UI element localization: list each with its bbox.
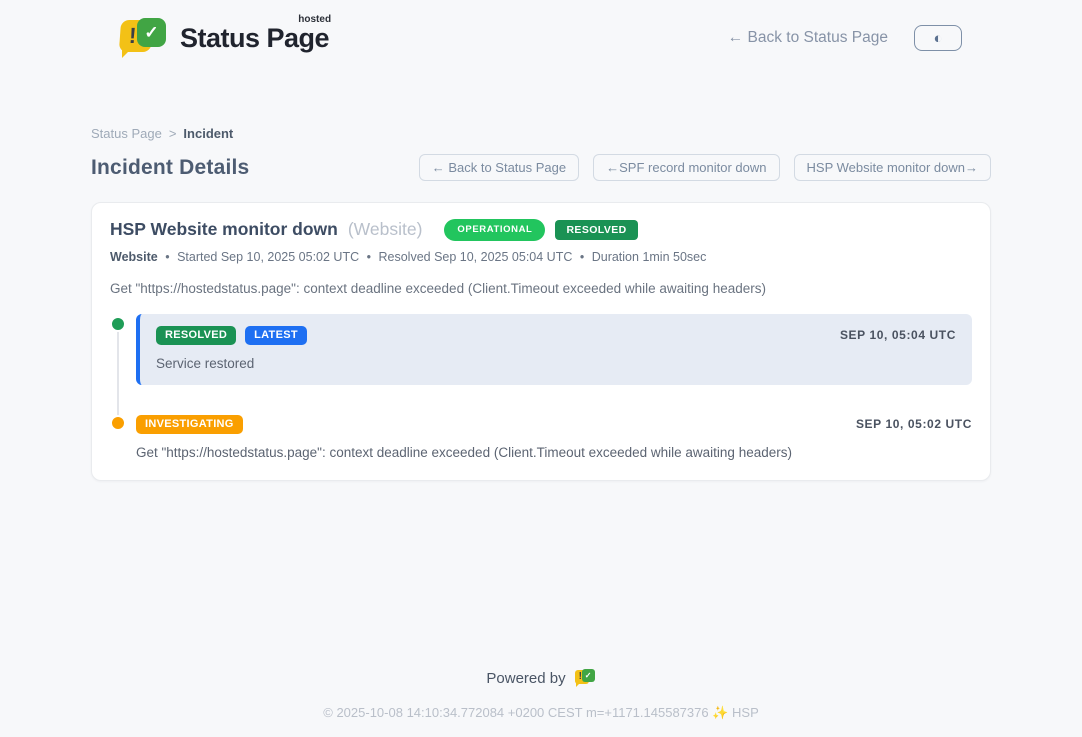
timeline-entry-highlight-box: RESOLVED LATEST SEP 10, 05:04 UTC Servic… bbox=[136, 314, 972, 385]
breadcrumb-separator: > bbox=[169, 126, 177, 141]
timeline-badge-latest: LATEST bbox=[245, 326, 307, 345]
meta-bullet: • bbox=[367, 250, 371, 264]
header-back-to-status-page-link[interactable]: ← Back to Status Page bbox=[728, 29, 888, 47]
timeline-entry-resolved: RESOLVED LATEST SEP 10, 05:04 UTC Servic… bbox=[110, 314, 972, 385]
status-page-logo-icon: ! ✓ bbox=[120, 17, 168, 59]
brand-name-text: Status Page bbox=[180, 23, 329, 53]
resolved-status-badge: RESOLVED bbox=[555, 220, 637, 241]
contrast-icon: ◐ bbox=[933, 31, 942, 46]
copyright-text: © 2025-10-08 14:10:34.772084 +0200 CEST … bbox=[91, 705, 991, 721]
meta-bullet: • bbox=[165, 250, 169, 264]
footer-logo-check-icon: ✓ bbox=[582, 669, 595, 682]
incident-card: HSP Website monitor down (Website) OPERA… bbox=[91, 202, 991, 481]
footer-status-page-logo-icon[interactable]: ! ✓ bbox=[575, 669, 596, 688]
breadcrumb: Status Page > Incident bbox=[91, 126, 991, 141]
incident-title: HSP Website monitor down bbox=[110, 219, 338, 240]
powered-by-label: Powered by bbox=[486, 670, 565, 687]
meta-bullet: • bbox=[580, 250, 584, 264]
timeline-dot-investigating-icon bbox=[110, 415, 126, 431]
timeline-timestamp: SEP 10, 05:02 UTC bbox=[856, 417, 972, 431]
logo-check-icon: ✓ bbox=[137, 18, 166, 47]
footer: Powered by ! ✓ © 2025-10-08 14:10:34.772… bbox=[91, 669, 991, 721]
timeline-badge-investigating: INVESTIGATING bbox=[136, 415, 243, 434]
operational-status-badge: OPERATIONAL bbox=[444, 219, 545, 241]
header: ! ✓ Status Page hosted ← Back to Status … bbox=[0, 0, 1082, 76]
back-to-status-page-button[interactable]: ← Back to Status Page bbox=[419, 154, 579, 181]
brand-name: Status Page hosted bbox=[180, 23, 329, 54]
meta-resolved: Resolved Sep 10, 2025 05:04 UTC bbox=[378, 250, 572, 264]
timeline-timestamp: SEP 10, 05:04 UTC bbox=[840, 328, 956, 342]
incident-description: Get "https://hostedstatus.page": context… bbox=[110, 281, 972, 296]
page-title: Incident Details bbox=[91, 156, 249, 180]
incident-meta: Website • Started Sep 10, 2025 05:02 UTC… bbox=[110, 250, 972, 264]
brand-hosted-label: hosted bbox=[298, 14, 331, 25]
breadcrumb-current: Incident bbox=[183, 126, 233, 141]
timeline-badge-resolved: RESOLVED bbox=[156, 326, 236, 345]
incident-nav-buttons: ← Back to Status Page ←SPF record monito… bbox=[419, 154, 991, 181]
timeline-entry-investigating: INVESTIGATING SEP 10, 05:02 UTC Get "htt… bbox=[110, 413, 972, 460]
previous-incident-button[interactable]: ←SPF record monitor down bbox=[593, 154, 779, 181]
theme-toggle-button[interactable]: ◐ bbox=[914, 25, 962, 51]
brand[interactable]: ! ✓ Status Page hosted bbox=[120, 17, 329, 59]
meta-started: Started Sep 10, 2025 05:02 UTC bbox=[177, 250, 359, 264]
incident-timeline: RESOLVED LATEST SEP 10, 05:04 UTC Servic… bbox=[110, 314, 972, 460]
timeline-message: Service restored bbox=[156, 356, 956, 371]
breadcrumb-root[interactable]: Status Page bbox=[91, 126, 162, 141]
timeline-message: Get "https://hostedstatus.page": context… bbox=[136, 445, 972, 460]
next-incident-button[interactable]: HSP Website monitor down→ bbox=[794, 154, 991, 181]
incident-component: (Website) bbox=[348, 219, 423, 240]
meta-component: Website bbox=[110, 250, 158, 264]
timeline-dot-resolved-icon bbox=[110, 316, 126, 332]
meta-duration: Duration 1min 50sec bbox=[592, 250, 707, 264]
